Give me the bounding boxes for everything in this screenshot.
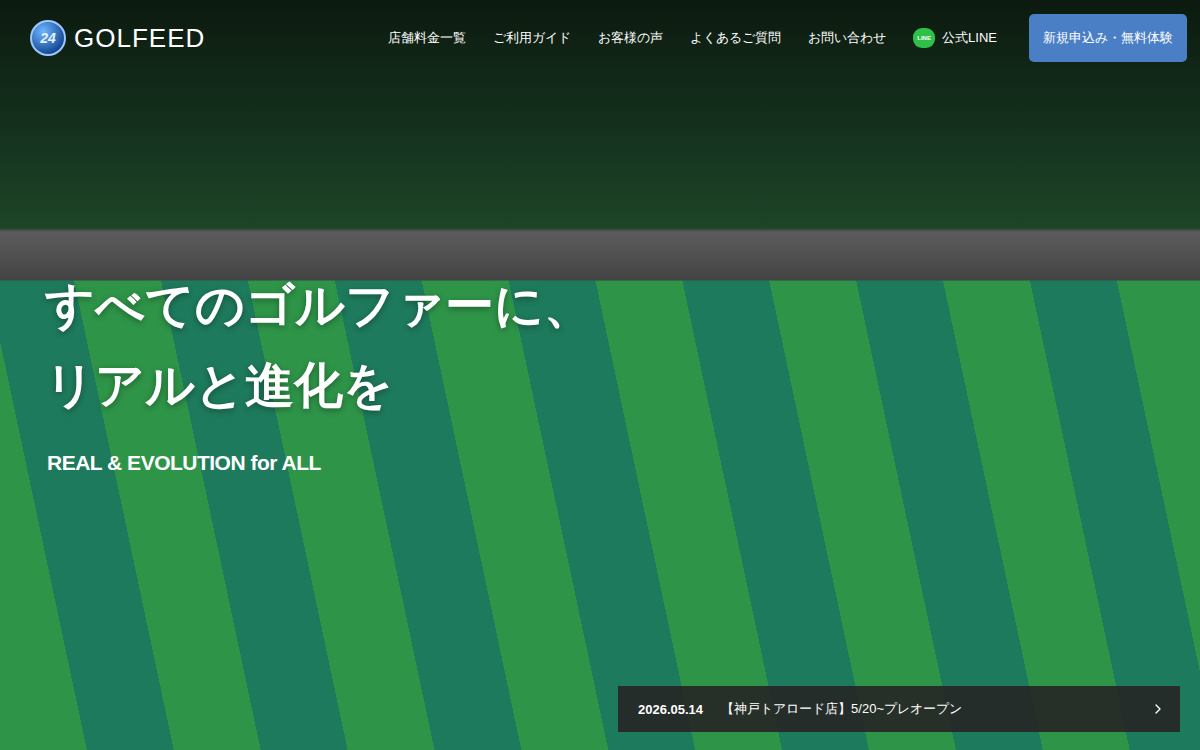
nav-item[interactable]: お問い合わせ	[808, 29, 886, 47]
signup-button[interactable]: 新規申込み・無料体験	[1029, 14, 1187, 62]
line-label: 公式LINE	[942, 29, 997, 47]
line-icon: LINE	[913, 28, 935, 48]
main-nav: 店舗料金一覧 ご利用ガイド お客様の声 よくあるご質問 お問い合わせ LINE 公式LINE…	[388, 14, 1187, 62]
nav-item[interactable]: ご利用ガイド	[493, 29, 571, 47]
chevron-right-icon	[1150, 701, 1166, 717]
line-link[interactable]: LINE 公式LINE	[913, 28, 997, 48]
hero-title-line: すべてのゴルファーに、	[45, 265, 1180, 345]
logo-badge-icon: 24	[30, 20, 66, 56]
hero-title-line: リアルと進化を	[45, 345, 1180, 425]
logo-name: GOLFEED	[74, 23, 205, 54]
logo[interactable]: 24 GOLFEED	[30, 20, 205, 56]
news-date: 2026.05.14	[638, 702, 703, 717]
nav-item[interactable]: 店舗料金一覧	[388, 29, 466, 47]
hero-subtitle: REAL & EVOLUTION for ALL	[47, 451, 1180, 475]
nav-item[interactable]: お客様の声	[598, 29, 663, 47]
hero: すべてのゴルファーに、リアルと進化を REAL & EVOLUTION for A…	[0, 62, 1200, 750]
page: 24 GOLFEED 店舗料金一覧 ご利用ガイド お客様の声 よくあるご質問 お問い合わせ L…	[0, 0, 1200, 750]
news-bar[interactable]: 2026.05.14 【神戸トアロード店】5/20~プレオープン	[618, 686, 1180, 732]
news-text: 【神戸トアロード店】5/20~プレオープン	[721, 700, 1132, 718]
site-header: 24 GOLFEED 店舗料金一覧 ご利用ガイド お客様の声 よくあるご質問 お問い合わせ L…	[0, 0, 1200, 62]
nav-item[interactable]: よくあるご質問	[690, 29, 781, 47]
